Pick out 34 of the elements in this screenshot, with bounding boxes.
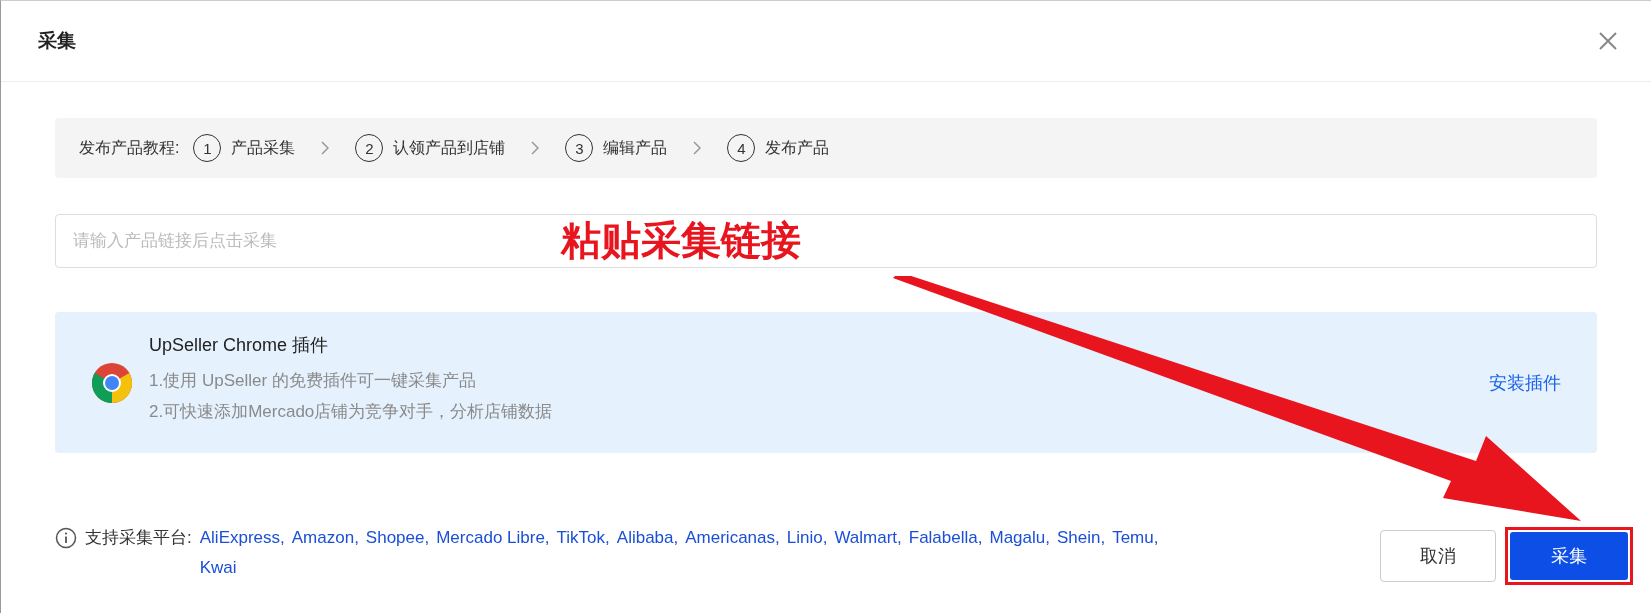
tutorial-label: 发布产品教程:: [79, 137, 180, 158]
plugin-description: 2.可快速添加Mercado店铺为竞争对手，分析店铺数据: [149, 400, 554, 423]
install-plugin-link[interactable]: 安装插件: [1489, 370, 1561, 395]
cancel-button[interactable]: 取消: [1380, 530, 1496, 582]
platform-link[interactable]: Magalu,: [989, 523, 1050, 553]
chevron-icon: [321, 141, 330, 155]
platform-link[interactable]: Temu,: [1112, 523, 1159, 553]
platforms-label: 支持采集平台:: [85, 527, 192, 549]
platform-link[interactable]: Falabella,: [908, 523, 983, 553]
step-label: 产品采集: [231, 137, 296, 158]
platform-link[interactable]: Americanas,: [685, 523, 780, 553]
step-label: 认领产品到店铺: [393, 137, 506, 158]
plugin-title: UpSeller Chrome 插件: [149, 333, 330, 357]
platform-link[interactable]: Walmart,: [834, 523, 902, 553]
step-label: 发布产品: [765, 137, 830, 158]
chevron-icon: [693, 141, 702, 155]
platform-link[interactable]: Kwai: [199, 553, 237, 583]
plugin-description: 1.使用 UpSeller 的免费插件可一键采集产品: [149, 369, 477, 392]
dialog-title: 采集: [38, 29, 76, 53]
platform-link[interactable]: Linio,: [786, 523, 828, 553]
platform-link[interactable]: AliExpress,: [199, 523, 285, 553]
platform-link[interactable]: Alibaba,: [616, 523, 679, 553]
platform-link[interactable]: Shopee,: [365, 523, 430, 553]
chevron-icon: [531, 141, 540, 155]
step-label: 编辑产品: [603, 137, 668, 158]
chrome-icon: [91, 361, 133, 404]
platform-link[interactable]: TikTok,: [556, 523, 610, 553]
close-button[interactable]: [1597, 30, 1619, 52]
collect-button[interactable]: 采集: [1510, 532, 1628, 580]
info-icon: [55, 527, 77, 549]
platform-link[interactable]: Shein,: [1056, 523, 1106, 553]
platform-link[interactable]: Mercado Libre,: [436, 523, 550, 553]
annotation-text: 粘贴采集链接: [561, 217, 801, 264]
platform-link[interactable]: Amazon,: [291, 523, 359, 553]
